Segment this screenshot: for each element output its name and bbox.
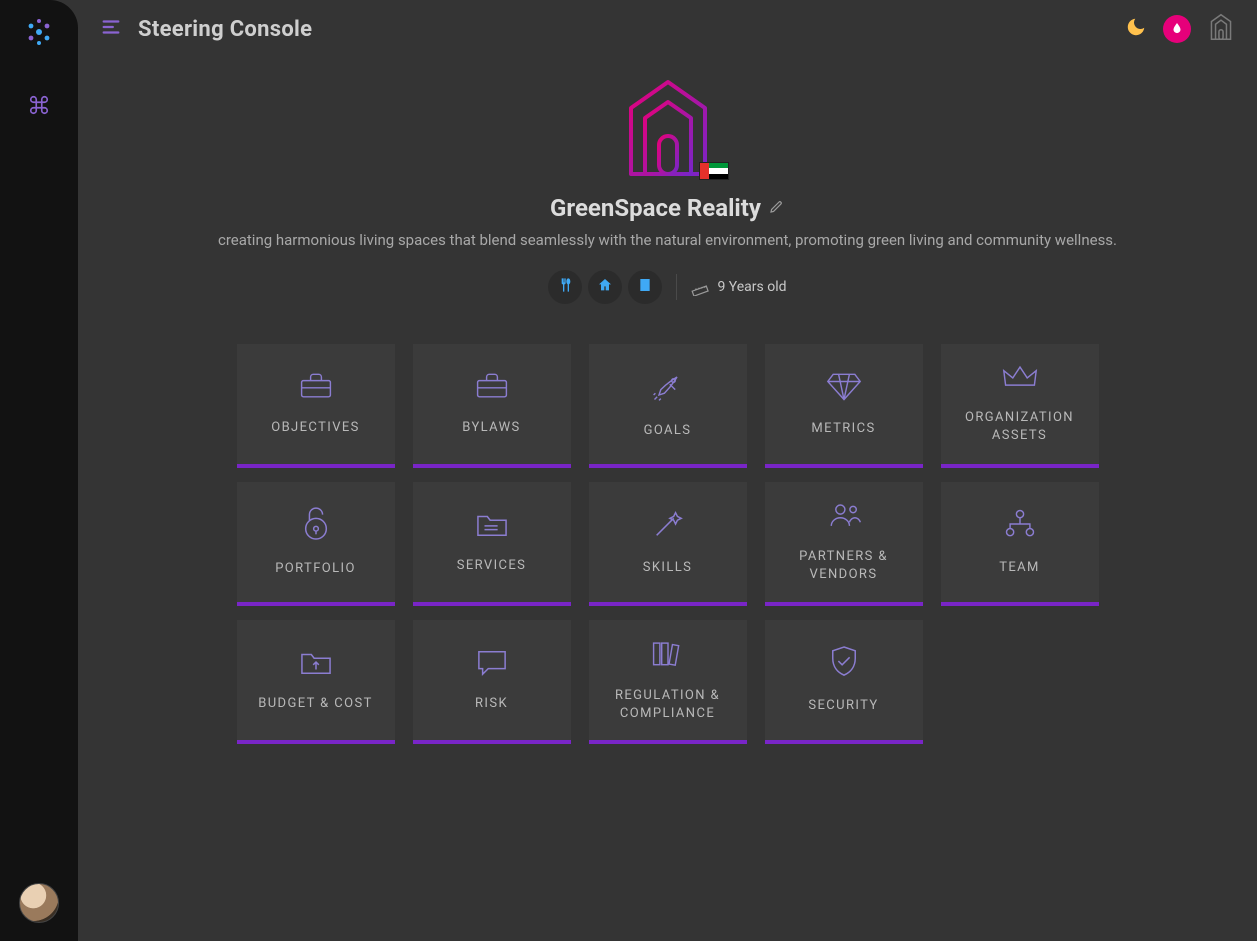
tile-services[interactable]: SERVICES: [413, 482, 571, 602]
books-icon: [650, 637, 686, 673]
chips-container: [548, 270, 662, 304]
org-logo: [613, 74, 723, 184]
people-icon: [824, 500, 864, 534]
droplet-icon: [1170, 22, 1184, 36]
org-chart-icon: [1002, 507, 1038, 545]
chip-building[interactable]: [628, 270, 662, 304]
tile-label: SKILLS: [643, 559, 693, 577]
tile-label: METRICS: [811, 420, 875, 438]
arch-logo-icon: [1207, 12, 1235, 42]
tile-budget-cost[interactable]: BUDGET & COST: [237, 620, 395, 740]
org-tags-row: 9 Years old: [548, 270, 786, 304]
tile-risk[interactable]: RISK: [413, 620, 571, 740]
theme-toggle-button[interactable]: [1125, 16, 1147, 42]
divider: [676, 274, 677, 300]
tile-objectives[interactable]: OBJECTIVES: [237, 344, 395, 464]
sidebar-item-command[interactable]: [18, 84, 60, 126]
brand-logo-icon[interactable]: [21, 14, 57, 50]
menu-toggle-button[interactable]: [100, 16, 122, 42]
hamburger-icon: [100, 16, 122, 38]
pencil-icon: [769, 198, 785, 214]
tile-goals[interactable]: GOALS: [589, 344, 747, 464]
tile-label: GOALS: [644, 422, 692, 440]
tile-regulation-compliance[interactable]: REGULATION & COMPLIANCE: [589, 620, 747, 740]
unlock-icon: [301, 506, 331, 546]
tiles-grid: OBJECTIVES BYLAWS GOALS METRICS ORGANIZATION…: [102, 344, 1233, 740]
briefcase-icon: [298, 371, 334, 405]
chip-home[interactable]: [588, 270, 622, 304]
tile-label: PORTFOLIO: [275, 560, 356, 578]
tile-label: OBJECTIVES: [271, 419, 360, 437]
edit-name-button[interactable]: [769, 198, 785, 218]
tile-security[interactable]: SECURITY: [765, 620, 923, 740]
shield-check-icon: [829, 645, 859, 683]
tile-label: SERVICES: [457, 557, 527, 575]
moon-icon: [1125, 16, 1147, 38]
tile-metrics[interactable]: METRICS: [765, 344, 923, 464]
tile-bylaws[interactable]: BYLAWS: [413, 344, 571, 464]
home-icon: [597, 277, 613, 297]
tile-skills[interactable]: SKILLS: [589, 482, 747, 602]
folder-up-icon: [299, 647, 333, 681]
chip-utensils[interactable]: [548, 270, 582, 304]
tile-label: BUDGET & COST: [258, 695, 373, 713]
diamond-icon: [826, 370, 862, 406]
command-icon: [28, 94, 50, 116]
tile-label: BYLAWS: [462, 419, 520, 437]
tile-team[interactable]: TEAM: [941, 482, 1099, 602]
crown-icon: [1002, 363, 1038, 395]
country-flag-icon: [699, 162, 729, 180]
tile-label: ORGANIZATION ASSETS: [949, 409, 1091, 444]
tile-label: RISK: [475, 695, 508, 713]
main: Steering Console: [78, 0, 1257, 941]
ruler-icon: [691, 278, 709, 296]
building-icon: [637, 277, 653, 297]
tile-portfolio[interactable]: PORTFOLIO: [237, 482, 395, 602]
utensils-icon: [557, 277, 573, 297]
wand-icon: [651, 507, 685, 545]
tile-partners-vendors[interactable]: PARTNERS & VENDORS: [765, 482, 923, 602]
org-age-label: 9 Years old: [717, 279, 786, 295]
content: GreenSpace Reality creating harmonious l…: [78, 58, 1257, 941]
tile-organization-assets[interactable]: ORGANIZATION ASSETS: [941, 344, 1099, 464]
org-name: GreenSpace Reality: [550, 194, 761, 222]
org-name-row: GreenSpace Reality: [550, 194, 785, 222]
rocket-icon: [650, 368, 686, 408]
org-header: GreenSpace Reality creating harmonious l…: [102, 74, 1233, 304]
tile-label: PARTNERS & VENDORS: [773, 548, 915, 583]
folder-doc-icon: [475, 509, 509, 543]
app-root: Steering Console: [0, 0, 1257, 941]
org-description: creating harmonious living spaces that b…: [218, 230, 1117, 252]
topbar: Steering Console: [78, 0, 1257, 58]
org-logo-small-button[interactable]: [1207, 12, 1235, 46]
quick-action-button[interactable]: [1163, 15, 1191, 43]
sidebar: [0, 0, 78, 941]
tile-label: REGULATION & COMPLIANCE: [597, 687, 739, 722]
avatar[interactable]: [19, 883, 59, 923]
org-age: 9 Years old: [691, 278, 786, 296]
page-title: Steering Console: [138, 17, 312, 42]
topbar-actions: [1125, 12, 1235, 46]
briefcase-icon: [474, 371, 510, 405]
tile-label: TEAM: [999, 559, 1040, 577]
chat-icon: [475, 647, 509, 681]
tile-label: SECURITY: [808, 697, 878, 715]
